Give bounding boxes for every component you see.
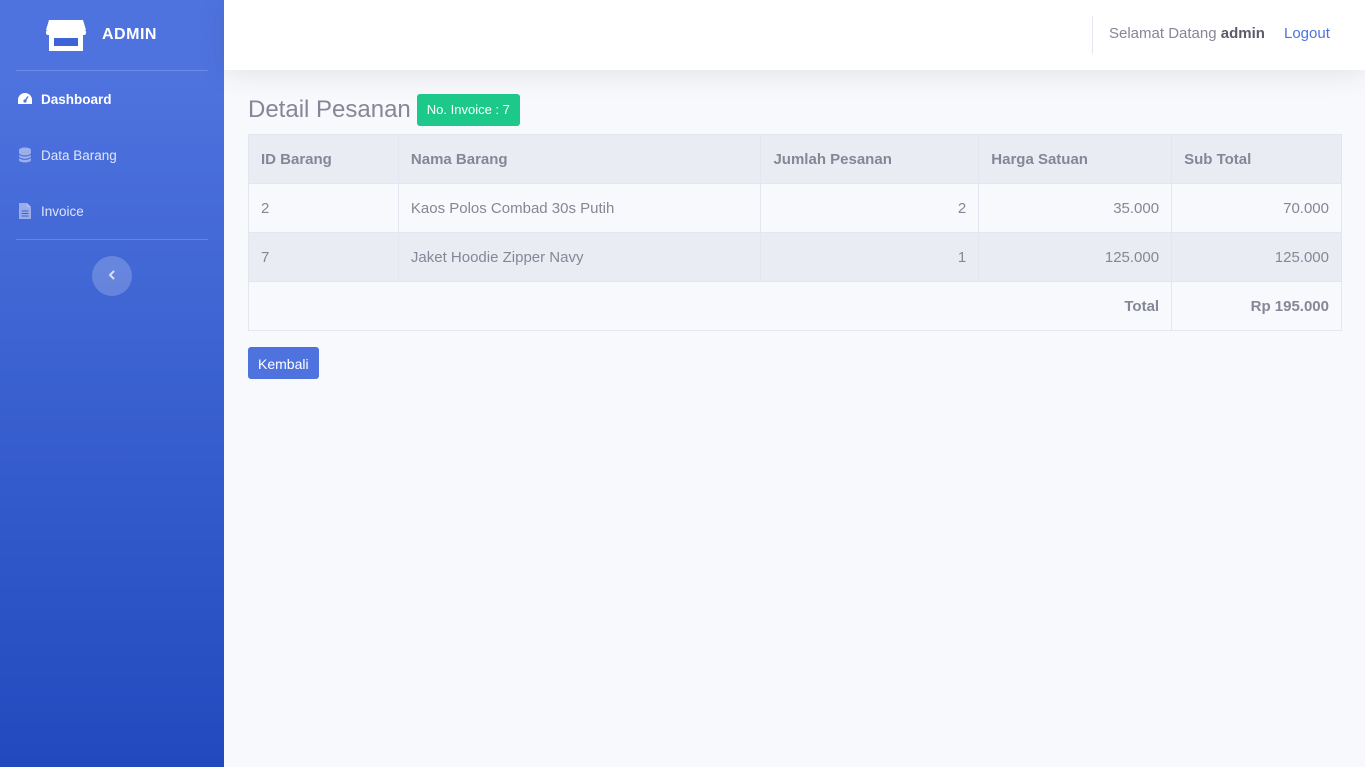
database-icon	[17, 147, 33, 163]
total-label: Total	[247, 281, 1173, 331]
store-icon	[46, 18, 86, 52]
chevron-left-icon	[107, 267, 117, 285]
sidebar-item-data-barang[interactable]: Data Barang	[0, 127, 224, 183]
column-header: Nama Barang	[397, 134, 762, 184]
table-row: 7 Jaket Hoodie Zipper Navy 1 125.000 125…	[248, 232, 1342, 282]
cell-name: Kaos Polos Combad 30s Putih	[397, 183, 762, 233]
brand-title: ADMIN	[102, 26, 157, 43]
topbar: Selamat Datang admin Logout	[224, 0, 1365, 70]
cell-price: 35.000	[978, 183, 1173, 233]
topbar-divider	[1092, 16, 1093, 54]
cell-id: 7	[248, 232, 399, 282]
dashboard-gauge-icon	[17, 91, 33, 107]
column-header: Jumlah Pesanan	[760, 134, 980, 184]
invoice-badge: No. Invoice : 7	[416, 94, 520, 126]
username: admin	[1220, 25, 1265, 42]
order-detail-table: ID Barang Nama Barang Jumlah Pesanan Har…	[247, 134, 1342, 331]
sidebar-item-label: Invoice	[41, 203, 84, 219]
file-icon	[17, 203, 33, 219]
sidebar-brand[interactable]: ADMIN	[0, 0, 224, 70]
column-header: ID Barang	[248, 134, 399, 184]
cell-qty: 2	[760, 183, 980, 233]
table-row: 2 Kaos Polos Combad 30s Putih 2 35.000 7…	[248, 183, 1342, 233]
back-button[interactable]: Kembali	[248, 347, 319, 379]
column-header: Harga Satuan	[978, 134, 1173, 184]
sidebar-toggle-button[interactable]	[92, 256, 132, 296]
cell-price: 125.000	[978, 232, 1173, 282]
sidebar-item-label: Dashboard	[41, 91, 112, 107]
page-title: Detail Pesanan	[248, 96, 411, 123]
sidebar-item-dashboard[interactable]: Dashboard	[0, 71, 224, 127]
page-header: Detail Pesanan No. Invoice : 7	[248, 94, 1342, 126]
column-header: Sub Total	[1171, 134, 1342, 184]
sidebar-item-label: Data Barang	[41, 147, 117, 163]
total-row: Total Rp 195.000	[247, 281, 1342, 331]
total-value: Rp 195.000	[1171, 281, 1342, 331]
sidebar: ADMIN Dashboard Data Barang Invoice	[0, 0, 224, 767]
cell-id: 2	[248, 183, 399, 233]
welcome-text: Selamat Datang admin	[1109, 25, 1265, 42]
cell-name: Jaket Hoodie Zipper Navy	[397, 232, 762, 282]
welcome-prefix: Selamat Datang	[1109, 25, 1217, 42]
table-header-row: ID Barang Nama Barang Jumlah Pesanan Har…	[248, 134, 1342, 184]
cell-qty: 1	[760, 232, 980, 282]
main-content: Detail Pesanan No. Invoice : 7 ID Barang…	[247, 94, 1342, 379]
cell-subtotal: 70.000	[1171, 183, 1342, 233]
cell-subtotal: 125.000	[1171, 232, 1342, 282]
sidebar-item-invoice[interactable]: Invoice	[0, 183, 224, 239]
logout-link[interactable]: Logout	[1284, 25, 1330, 42]
sidebar-toggle-wrap	[0, 240, 224, 296]
